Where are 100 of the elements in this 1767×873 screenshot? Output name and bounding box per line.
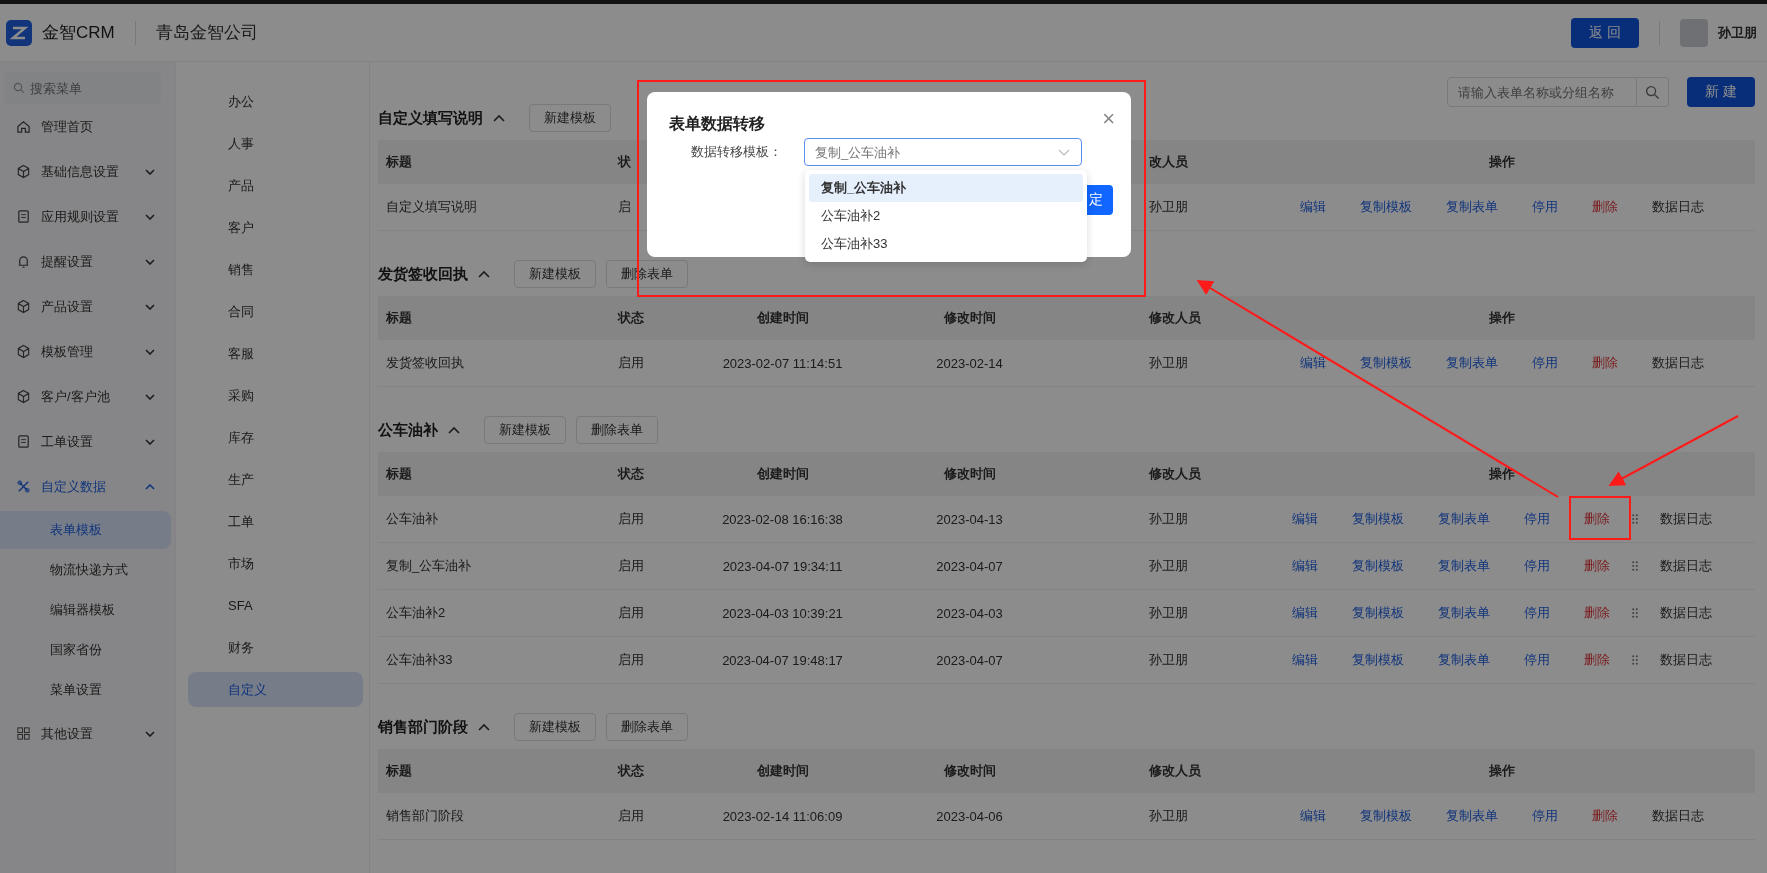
action-link[interactable]: 编辑 — [1291, 651, 1318, 669]
category-item[interactable]: 自定义 — [188, 672, 363, 707]
category-item[interactable]: 采购 — [188, 378, 363, 413]
close-button[interactable]: × — [1098, 104, 1119, 134]
action-link[interactable]: 停用 — [1531, 198, 1558, 216]
new-button[interactable]: 新 建 — [1687, 77, 1755, 107]
category-item[interactable]: 库存 — [188, 420, 363, 455]
section-button[interactable]: 新建模板 — [529, 104, 611, 132]
dropdown-option[interactable]: 公车油补33 — [809, 230, 1083, 258]
action-link[interactable]: 复制表单 — [1437, 651, 1490, 669]
drag-handle-icon[interactable] — [1631, 655, 1638, 665]
dropdown-option[interactable]: 公车油补2 — [809, 202, 1083, 230]
section-button[interactable]: 删除表单 — [606, 713, 688, 741]
dropdown-option[interactable]: 复制_公车油补 — [809, 174, 1083, 202]
action-link[interactable]: 复制表单 — [1437, 604, 1490, 622]
action-link[interactable]: 删除 — [1583, 604, 1610, 622]
chevron-up-icon[interactable] — [478, 270, 490, 278]
action-link[interactable]: 停用 — [1523, 557, 1550, 575]
menu-item[interactable]: 模板管理 — [0, 329, 175, 374]
menu-item[interactable]: 管理首页 — [0, 104, 175, 149]
chevron-up-icon[interactable] — [448, 426, 460, 434]
table-cell: 孙卫朋 — [1149, 605, 1188, 620]
action-link[interactable]: 编辑 — [1291, 510, 1318, 528]
category-item[interactable]: 产品 — [188, 168, 363, 203]
category-item[interactable]: 客服 — [188, 336, 363, 371]
action-link[interactable]: 停用 — [1531, 354, 1558, 372]
menu-search-field[interactable]: 搜索菜单 — [4, 72, 161, 104]
action-link[interactable]: 停用 — [1523, 510, 1550, 528]
action-link[interactable]: 删除 — [1591, 807, 1618, 825]
action-link[interactable]: 编辑 — [1299, 354, 1326, 372]
chevron-up-icon[interactable] — [478, 723, 490, 731]
chevron-up-icon[interactable] — [493, 114, 505, 122]
action-link[interactable]: 复制模板 — [1351, 604, 1404, 622]
category-item[interactable]: 市场 — [188, 546, 363, 581]
section-button[interactable]: 新建模板 — [514, 713, 596, 741]
menu-item-icon — [16, 254, 31, 269]
action-link[interactable]: 编辑 — [1291, 557, 1318, 575]
menu-item[interactable]: 客户/客户池 — [0, 374, 175, 419]
action-link[interactable]: 复制表单 — [1445, 807, 1498, 825]
menu-item[interactable]: 应用规则设置 — [0, 194, 175, 239]
action-link[interactable]: 复制表单 — [1437, 557, 1490, 575]
action-link[interactable]: 删除 — [1591, 198, 1618, 216]
menu-item[interactable]: 提醒设置 — [0, 239, 175, 284]
submenu-item[interactable]: 物流快递方式 — [0, 551, 171, 589]
action-link[interactable]: 复制模板 — [1351, 651, 1404, 669]
action-link[interactable]: 复制表单 — [1445, 354, 1498, 372]
action-link[interactable]: 复制模板 — [1351, 557, 1404, 575]
section-button[interactable]: 新建模板 — [484, 416, 566, 444]
category-item[interactable]: 办公 — [188, 84, 363, 119]
user-name[interactable]: 孙卫朋 — [1718, 23, 1757, 42]
drag-handle-icon[interactable] — [1631, 561, 1638, 571]
action-link[interactable]: 数据日志 — [1659, 604, 1712, 622]
table-cell: 2023-04-07 19:48:17 — [722, 652, 843, 668]
category-item[interactable]: SFA — [188, 588, 363, 623]
action-link[interactable]: 数据日志 — [1651, 354, 1704, 372]
action-link[interactable]: 数据日志 — [1659, 557, 1712, 575]
drag-handle-icon[interactable] — [1631, 514, 1638, 524]
menu-item[interactable]: 工单设置 — [0, 419, 175, 464]
category-item[interactable]: 工单 — [188, 504, 363, 539]
action-link[interactable]: 复制模板 — [1359, 198, 1412, 216]
action-link[interactable]: 删除 — [1583, 651, 1610, 669]
category-item[interactable]: 人事 — [188, 126, 363, 161]
submenu-item[interactable]: 编辑器模板 — [0, 591, 171, 629]
category-item[interactable]: 销售 — [188, 252, 363, 287]
submenu-item[interactable]: 菜单设置 — [0, 671, 171, 709]
section-button[interactable]: 新建模板 — [514, 260, 596, 288]
drag-handle-icon[interactable] — [1631, 608, 1638, 618]
menu-item[interactable]: 其他设置 — [0, 711, 175, 756]
action-link[interactable]: 复制模板 — [1359, 354, 1412, 372]
section-button[interactable]: 删除表单 — [576, 416, 658, 444]
action-link[interactable]: 删除 — [1583, 557, 1610, 575]
action-link[interactable]: 数据日志 — [1659, 510, 1712, 528]
template-select[interactable]: 复制_公车油补 — [804, 138, 1082, 166]
action-link[interactable]: 复制表单 — [1445, 198, 1498, 216]
action-link[interactable]: 编辑 — [1299, 198, 1326, 216]
category-item[interactable]: 合同 — [188, 294, 363, 329]
action-link[interactable]: 停用 — [1531, 807, 1558, 825]
menu-item[interactable]: 基础信息设置 — [0, 149, 175, 194]
action-link[interactable]: 停用 — [1523, 604, 1550, 622]
form-search-field[interactable]: 请输入表单名称或分组名称 — [1447, 77, 1638, 107]
submenu-item[interactable]: 表单模板 — [0, 511, 171, 549]
search-button[interactable] — [1637, 77, 1670, 107]
menu-item[interactable]: 产品设置 — [0, 284, 175, 329]
action-link[interactable]: 删除 — [1591, 354, 1618, 372]
action-link[interactable]: 复制模板 — [1359, 807, 1412, 825]
back-button[interactable]: 返 回 — [1571, 17, 1639, 48]
action-link[interactable]: 停用 — [1523, 651, 1550, 669]
menu-item[interactable]: 自定义数据 — [0, 464, 175, 509]
category-item[interactable]: 生产 — [188, 462, 363, 497]
category-item[interactable]: 财务 — [188, 630, 363, 665]
action-link[interactable]: 删除 — [1583, 510, 1610, 528]
action-link[interactable]: 复制表单 — [1437, 510, 1490, 528]
category-item[interactable]: 客户 — [188, 210, 363, 245]
submenu-item[interactable]: 国家省份 — [0, 631, 171, 669]
action-link[interactable]: 编辑 — [1291, 604, 1318, 622]
action-link[interactable]: 数据日志 — [1659, 651, 1712, 669]
action-link[interactable]: 数据日志 — [1651, 807, 1704, 825]
action-link[interactable]: 数据日志 — [1651, 198, 1704, 216]
action-link[interactable]: 编辑 — [1299, 807, 1326, 825]
action-link[interactable]: 复制模板 — [1351, 510, 1404, 528]
